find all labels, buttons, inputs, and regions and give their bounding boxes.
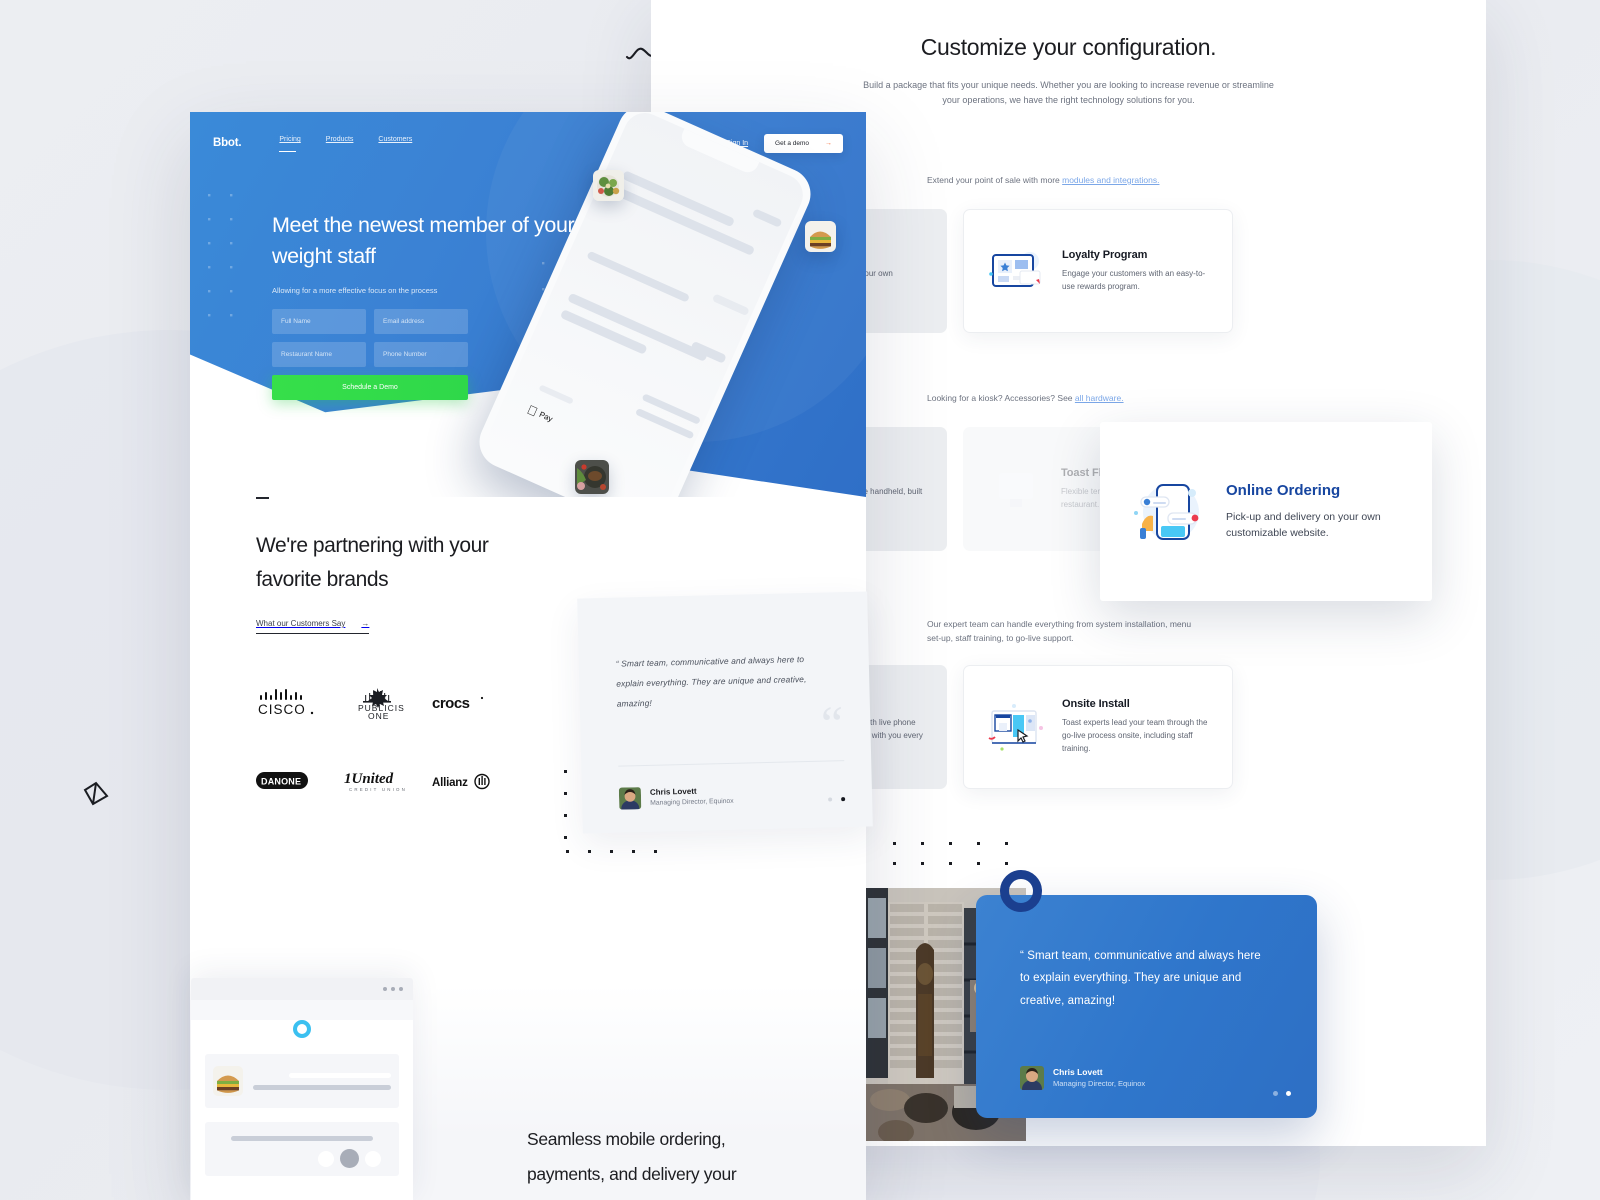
feature-card-onsite-install[interactable]: Onsite Install Toast experts lead your t… [963, 664, 1233, 789]
email-input[interactable]: Email address [374, 309, 468, 335]
section-link[interactable]: modules and integrations. [1062, 175, 1159, 185]
quote-mark-icon: “ [820, 695, 844, 752]
carousel-dot[interactable] [828, 797, 833, 802]
nav-links: Pricing Products Customers [279, 136, 412, 152]
card-title: Onsite Install [1062, 698, 1130, 711]
hero-subheadline: Allowing for a more effective focus on t… [272, 286, 438, 296]
section-description-text: Looking for a kiosk? Accessories? See [927, 393, 1075, 403]
svg-text:CISCO: CISCO [258, 702, 306, 717]
carousel-dot-active[interactable] [841, 797, 846, 802]
browser-mockup [191, 978, 413, 1200]
terminal-icon [983, 459, 1049, 519]
feature-card-loyalty-program[interactable]: Loyalty Program Engage your customers wi… [963, 209, 1233, 333]
brand-logo-danone: DANONE [256, 764, 344, 798]
card-body: Toast experts lead your team through the… [1062, 718, 1208, 753]
nav-item-pricing[interactable]: Pricing [279, 136, 301, 152]
card-title: Loyalty Program [1062, 248, 1148, 261]
brand-logo-allianz: Allianz [432, 764, 520, 798]
restaurant-name-input[interactable]: Restaurant Name [272, 342, 366, 368]
brands-heading: We're partnering with your favorite bran… [256, 534, 489, 592]
carousel-dots[interactable] [828, 797, 846, 802]
onsite-install-icon [984, 697, 1050, 757]
section-description: Looking for a kiosk? Accessories? See al… [927, 384, 1124, 405]
carousel-dots[interactable] [1273, 1091, 1291, 1096]
card-title: Online Ordering [1226, 481, 1341, 499]
user-avatar [1020, 1066, 1044, 1090]
food-photo-plate [575, 460, 609, 494]
svg-text:1United: 1United [344, 771, 394, 787]
online-ordering-icon [1126, 473, 1210, 551]
option-dot[interactable] [365, 1150, 381, 1167]
pay-label: Pay [528, 407, 554, 424]
section-description: Our expert team can handle everything fr… [927, 619, 1192, 644]
divider [618, 760, 845, 767]
arrow-right-icon: → [361, 619, 370, 629]
get-a-demo-button[interactable]: Get a demo → [764, 133, 843, 153]
testimonial-quote: “ Smart team, communicative and always h… [615, 654, 807, 709]
navbar: Bbot. Pricing Products Customers Sign In… [190, 128, 866, 158]
svg-text:ONE: ONE [368, 711, 389, 721]
arrow-right-icon: → [825, 139, 832, 147]
brand-logo-publicis-one: PUBLICIS ONE [344, 686, 432, 721]
testimonial-card: “ Smart team, communicative and always h… [976, 895, 1317, 1118]
mid-testimonial-card: “ Smart team, communicative and always h… [577, 591, 873, 834]
diamond-outline-icon [80, 779, 112, 809]
svg-text:Allianz: Allianz [432, 777, 468, 789]
svg-text:crocs: crocs [432, 695, 470, 712]
seamless-heading: Seamless mobile ordering, payments, and … [527, 1129, 737, 1200]
brand-logo-cisco: CISCO [256, 686, 344, 720]
link-label: What our Customers Say [256, 619, 346, 629]
page-title: Customize your configuration. [920, 34, 1217, 60]
author-name: Chris Lovett [1053, 1067, 1103, 1078]
hero-headline: Meet the newest member of your weight st… [272, 213, 575, 268]
schedule-demo-button[interactable]: Schedule a Demo [272, 375, 468, 401]
option-dot[interactable] [318, 1150, 334, 1167]
ring-logo-icon [293, 1020, 311, 1038]
button-label: Get a demo [775, 139, 809, 147]
carousel-dot[interactable] [1273, 1091, 1278, 1096]
brand-logo[interactable]: Bbot. [213, 137, 242, 149]
full-name-input[interactable]: Full Name [272, 309, 366, 335]
testimonial-author: Chris Lovett Managing Director, Equinox [1020, 1066, 1145, 1090]
svg-text:DANONE: DANONE [261, 777, 301, 787]
dash-icon [256, 497, 269, 499]
phone-number-input[interactable]: Phone Number [374, 342, 468, 368]
user-avatar [618, 786, 642, 810]
card-body: Pick-up and delivery on your own customi… [1226, 510, 1381, 539]
food-photo-salad [593, 170, 624, 201]
hero-content: Meet the newest member of your weight st… [272, 210, 602, 401]
apple-pay-badge:  Pay [525, 402, 555, 426]
brand-logo-1united: 1United CREDIT UNION [344, 764, 432, 798]
list-item[interactable] [205, 1054, 399, 1108]
nav-item-products[interactable]: Products [326, 136, 354, 150]
highlight-card-online-ordering[interactable]: Online Ordering Pick-up and delivery on … [1100, 422, 1432, 601]
option-selector[interactable] [318, 1149, 381, 1168]
burger-photo [213, 1066, 243, 1096]
list-item[interactable] [205, 1122, 399, 1176]
window-dots-icon [191, 978, 413, 1000]
screenshot-canvas: Customize your configuration. Build a pa… [0, 0, 1600, 1200]
card-body: Engage your customers with an easy-to-us… [1062, 268, 1206, 291]
section-description: Extend your point of sale with more modu… [927, 166, 1159, 187]
nav-item-customers[interactable]: Customers [378, 136, 412, 150]
hero-section: Bbot. Pricing Products Customers Sign In… [190, 112, 866, 497]
author-role: Managing Director, Equinox [650, 797, 734, 807]
carousel-dot-active[interactable] [1286, 1091, 1291, 1096]
customers-say-link[interactable]: What our Customers Say → [256, 619, 370, 635]
dot-grid-decoration [893, 836, 1023, 872]
page-subtitle: Build a package that fits your unique ne… [863, 80, 1274, 105]
brand-logo-crocs: crocs [432, 686, 520, 720]
testimonial-quote: “ Smart team, communicative and always h… [1020, 950, 1261, 1007]
food-photo-burger [805, 221, 836, 252]
testimonial-author: Chris Lovett Managing Director, Equinox [618, 785, 734, 810]
demo-request-form: Full Name Email address Restaurant Name … [272, 309, 602, 401]
svg-text:CREDIT UNION: CREDIT UNION [349, 787, 407, 792]
loyalty-program-icon [984, 241, 1050, 301]
author-role: Managing Director, Equinox [1053, 1078, 1146, 1088]
option-dot-selected[interactable] [340, 1149, 359, 1168]
section-link[interactable]: all hardware. [1075, 393, 1124, 403]
section-description-text: Extend your point of sale with more [927, 175, 1063, 185]
